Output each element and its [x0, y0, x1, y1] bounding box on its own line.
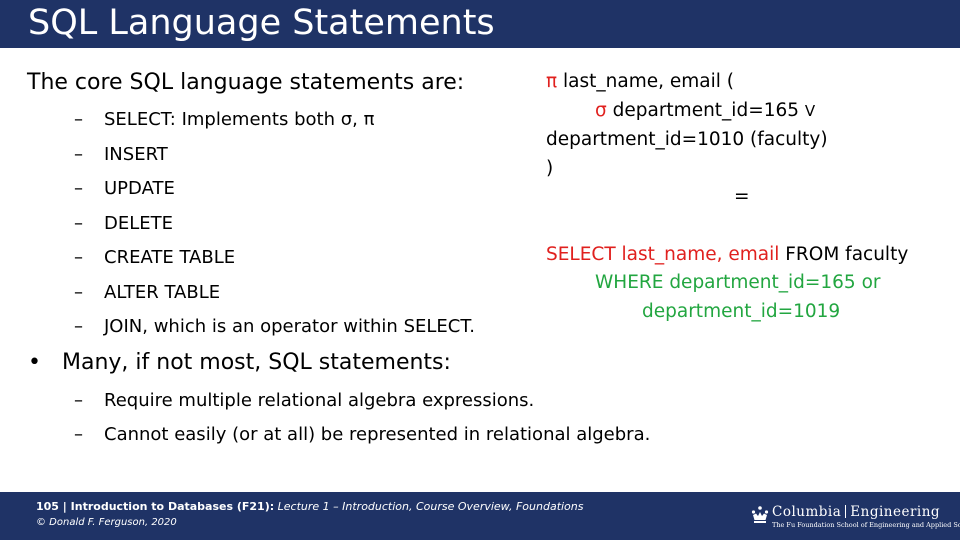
- sql-select-line: SELECT last_name, email FROM faculty: [546, 244, 908, 265]
- columbia-engineering-logo: Columbia Engineering The Fu Foundation Sc…: [750, 501, 960, 535]
- intro-text: The core SQL language statements are:: [27, 70, 465, 95]
- sub-item-require: – Require multiple relational algebra exp…: [74, 390, 535, 411]
- dash-icon: –: [74, 424, 83, 445]
- footer-lecture: Lecture 1 – Introduction, Course Overvie…: [274, 500, 584, 513]
- slide-content: The core SQL language statements are: – S…: [0, 0, 960, 540]
- ra-line-condition: department_id=1010 (faculty): [546, 129, 828, 150]
- dash-icon: –: [74, 282, 83, 303]
- dash-icon: –: [74, 109, 83, 130]
- or-symbol: V: [804, 102, 816, 120]
- sub-item-delete: – DELETE: [74, 213, 174, 234]
- sql-from-clause: FROM faculty: [779, 244, 909, 265]
- sub-item-create-table: – CREATE TABLE: [74, 247, 236, 268]
- footer-copyright: © Donald F. Ferguson, 2020: [36, 517, 177, 528]
- dash-icon: –: [74, 178, 83, 199]
- ra-line-projection: π last_name, email (: [546, 71, 734, 92]
- sigma-symbol: σ: [595, 100, 607, 121]
- pi-symbol: π: [546, 71, 558, 92]
- footer-bar: 105 | Introduction to Databases (F21): L…: [0, 492, 960, 540]
- logo-subtitle: The Fu Foundation School of Engineering …: [772, 521, 960, 529]
- sub-item-alter-table: – ALTER TABLE: [74, 282, 221, 303]
- bullet-many-statements: • Many, if not most, SQL statements:: [28, 350, 451, 375]
- logo-wordmark: Columbia Engineering: [772, 504, 940, 520]
- sub-item-join: – JOIN, which is an operator within SELEC…: [74, 316, 475, 337]
- logo-divider: [845, 505, 847, 518]
- dash-icon: –: [74, 213, 83, 234]
- sub-item-update: – UPDATE: [74, 178, 175, 199]
- equals-sign: =: [734, 186, 750, 207]
- dash-icon: –: [74, 144, 83, 165]
- ra-line-close-paren: ): [546, 158, 554, 179]
- sub-item-select: – SELECT: Implements both σ, π: [74, 109, 375, 130]
- bullet-icon: •: [28, 350, 41, 375]
- logo-right-word: Engineering: [850, 504, 941, 520]
- sub-item-cannot: – Cannot easily (or at all) be represente…: [74, 424, 651, 445]
- dash-icon: –: [74, 316, 83, 337]
- sub-item-insert: – INSERT: [74, 144, 168, 165]
- footer-course-info: 105 | Introduction to Databases (F21): L…: [36, 500, 584, 513]
- footer-course: Introduction to Databases (F21):: [70, 500, 275, 513]
- ra-line-selection: σ department_id=165 V: [595, 100, 816, 121]
- crown-icon: [751, 506, 769, 523]
- sql-where-line-1: WHERE department_id=165 or: [595, 272, 881, 293]
- logo-left-word: Columbia: [772, 504, 842, 520]
- dash-icon: –: [74, 247, 83, 268]
- sql-select-keyword: SELECT last_name, email: [546, 244, 780, 265]
- dash-icon: –: [74, 390, 83, 411]
- sql-where-line-2: department_id=1019: [642, 301, 841, 322]
- footer-page-number: 105: [36, 500, 59, 513]
